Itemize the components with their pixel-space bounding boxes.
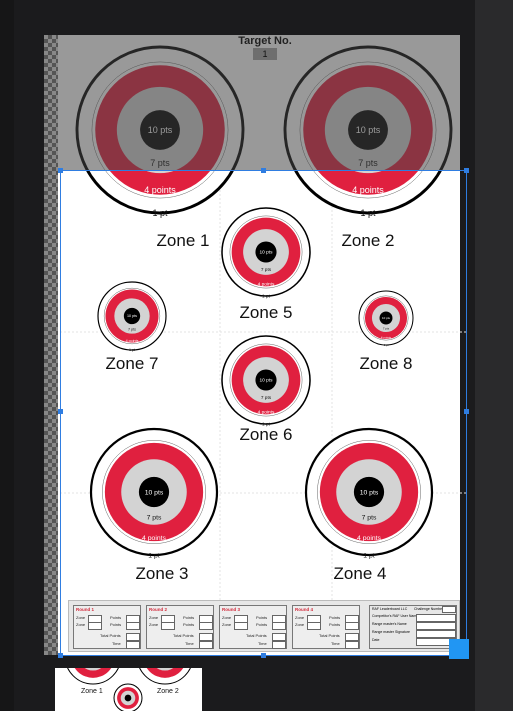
resize-handle-left[interactable] bbox=[58, 409, 63, 414]
resize-handle-right[interactable] bbox=[464, 409, 469, 414]
thumbnail-targets bbox=[67, 668, 191, 711]
target-title: Target No. bbox=[238, 35, 292, 47]
resize-handle-br[interactable] bbox=[449, 639, 469, 659]
target-number[interactable]: 1 bbox=[253, 48, 277, 60]
resize-handle-top[interactable] bbox=[261, 168, 266, 173]
resize-handle-bl[interactable] bbox=[58, 653, 63, 658]
thumb-target-2 bbox=[139, 668, 191, 685]
selection-box[interactable] bbox=[60, 170, 467, 656]
thumb-target-1 bbox=[67, 668, 119, 685]
thumbnail-zone1-label: Zone 1 bbox=[81, 688, 103, 695]
resize-handle-tr[interactable] bbox=[464, 168, 469, 173]
resize-handle-bottom[interactable] bbox=[261, 653, 266, 658]
thumbnail-zone2-label: Zone 2 bbox=[157, 688, 179, 695]
resize-handle-tl[interactable] bbox=[58, 168, 63, 173]
page-thumbnail[interactable]: Zone 1 Zone 2 bbox=[55, 668, 202, 711]
thumb-target-5 bbox=[113, 683, 143, 711]
